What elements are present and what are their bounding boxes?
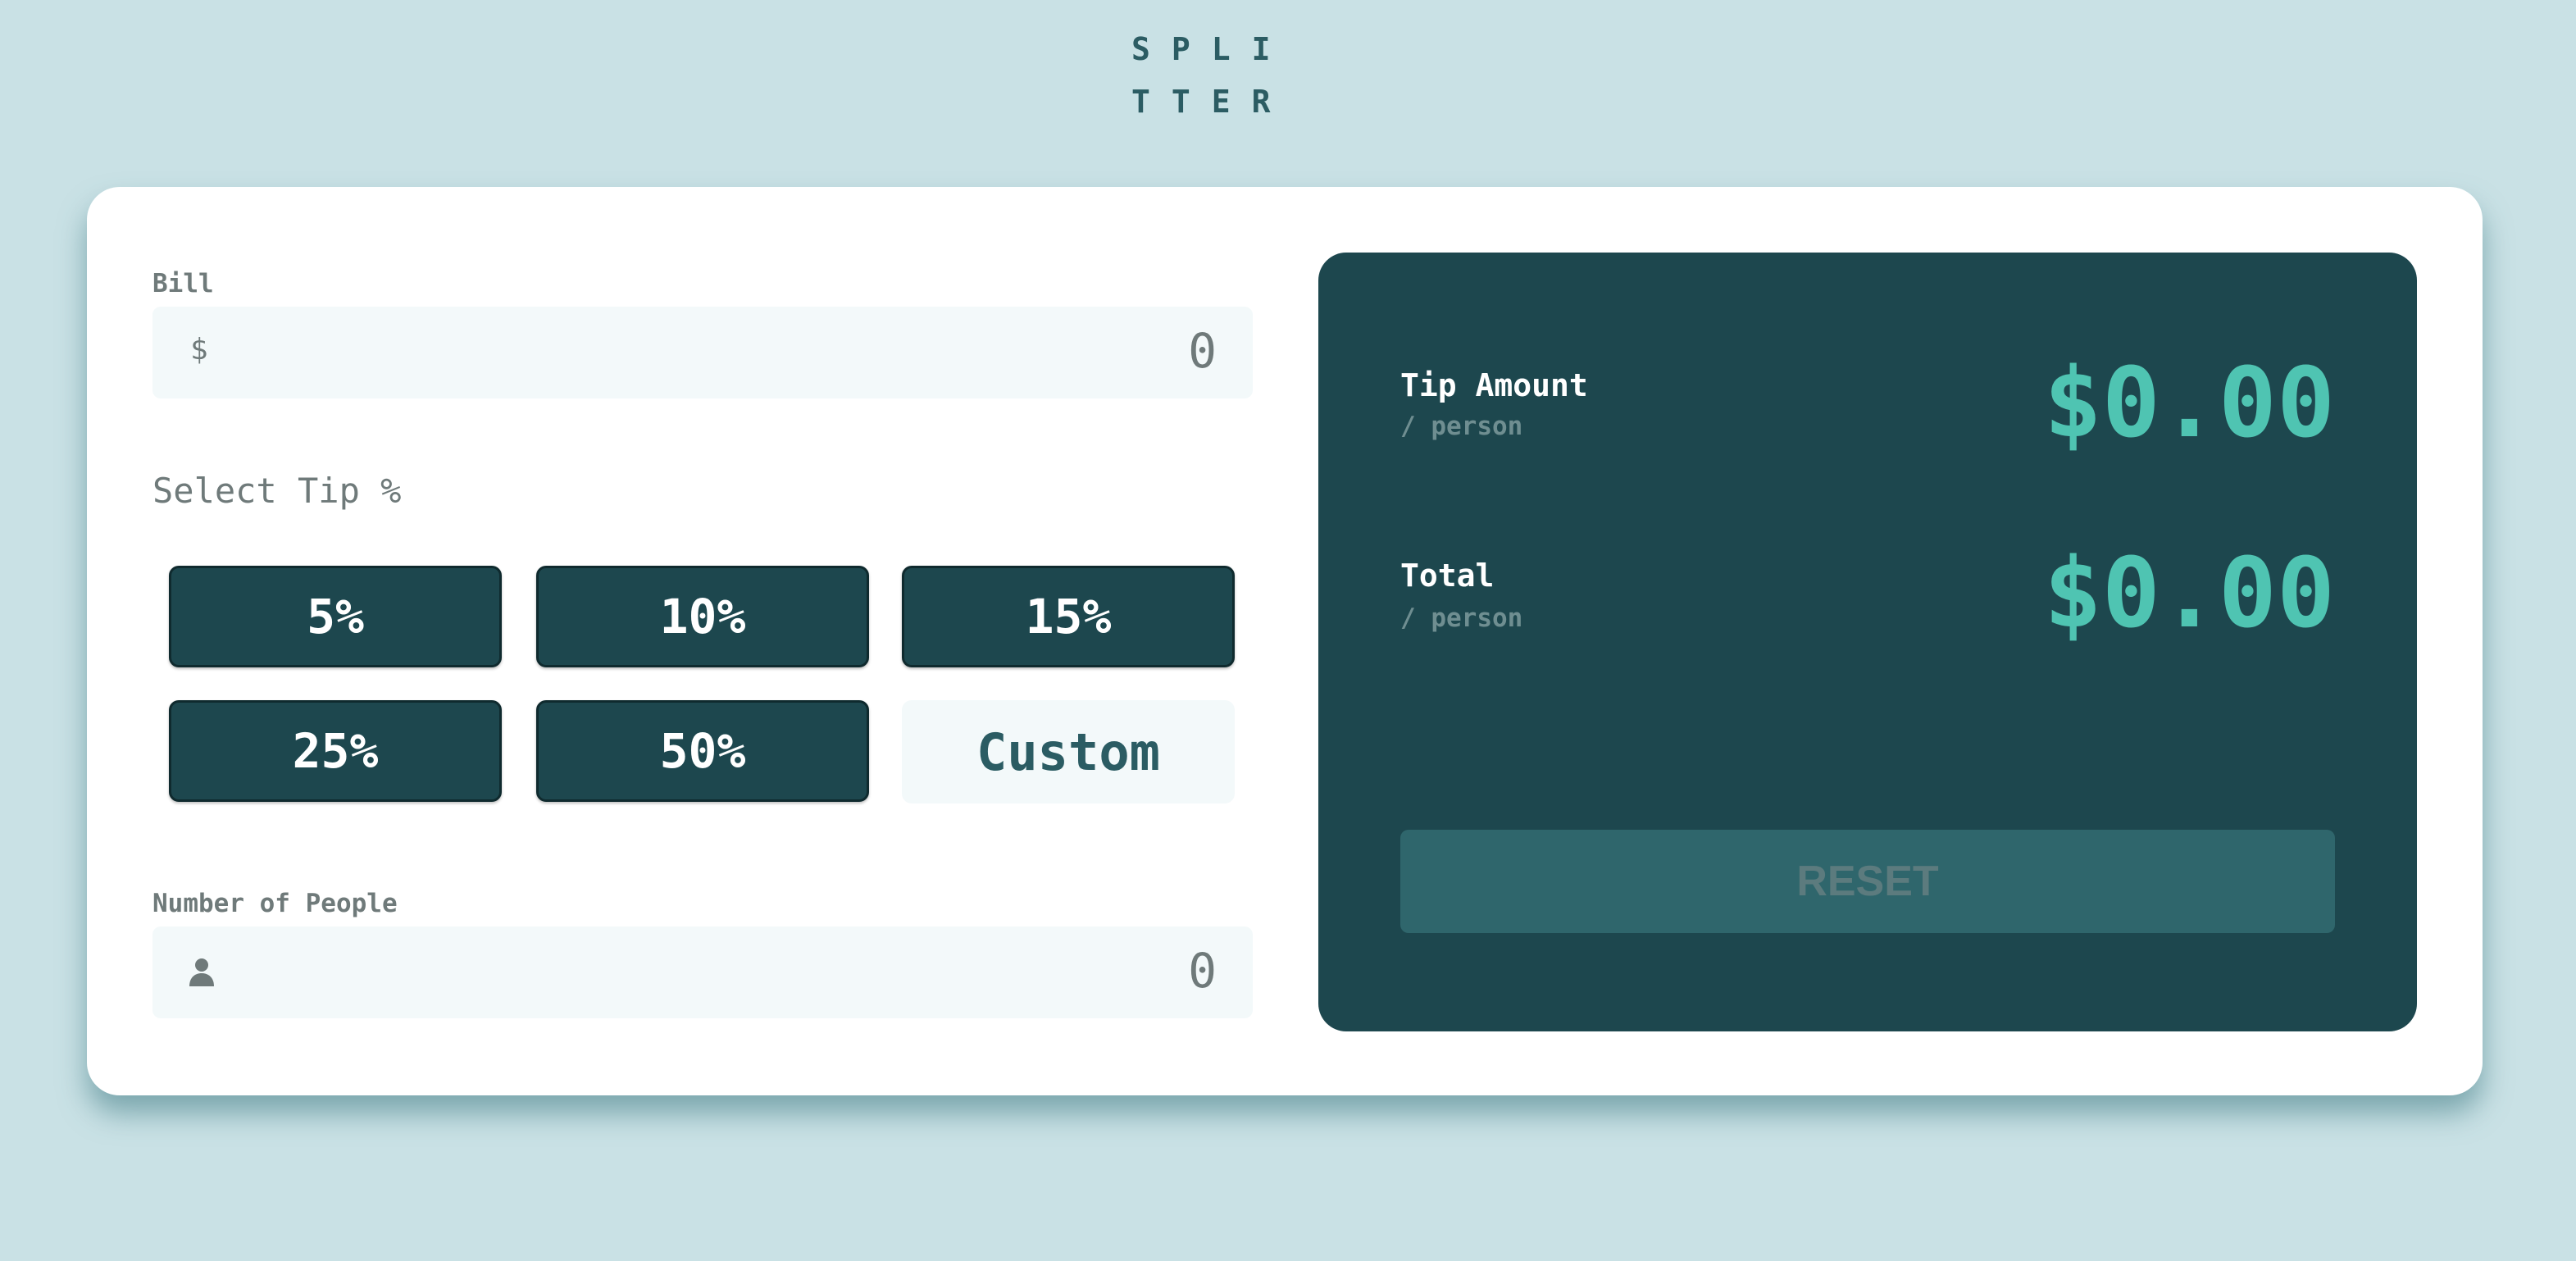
bill-label: Bill: [152, 269, 214, 298]
total-label: Total: [1400, 558, 1495, 594]
tip-amount-per-person: / person: [1400, 412, 1523, 441]
app-logo: SPLI TTER: [1131, 23, 1295, 128]
tip-button-10[interactable]: 10%: [536, 566, 869, 667]
bill-value: 0: [1188, 323, 1217, 379]
tip-button-5[interactable]: 5%: [169, 566, 502, 667]
tip-amount-value: $0.00: [2043, 346, 2335, 459]
total-value: $0.00: [2043, 536, 2335, 649]
reset-button[interactable]: RESET: [1400, 830, 2335, 933]
custom-tip-input[interactable]: Custom: [902, 700, 1235, 803]
logo-line-1: SPLI: [1131, 31, 1292, 67]
tip-button-50[interactable]: 50%: [536, 700, 869, 802]
people-value: 0: [1188, 943, 1217, 999]
dollar-icon: $: [190, 333, 208, 366]
calculator-card: Bill $ 0 Select Tip % 5% 10% 15% 25% 50%…: [87, 187, 2483, 1095]
logo-line-2: TTER: [1131, 84, 1292, 120]
total-per-person: / person: [1400, 603, 1523, 633]
person-icon: [189, 958, 214, 986]
tip-button-25[interactable]: 25%: [169, 700, 502, 802]
people-input[interactable]: 0: [152, 926, 1253, 1018]
people-label: Number of People: [152, 889, 398, 918]
select-tip-heading: Select Tip %: [152, 471, 402, 511]
tip-amount-label: Tip Amount: [1400, 367, 1588, 403]
bill-input[interactable]: $ 0: [152, 307, 1253, 398]
results-panel: Tip Amount / person $0.00 Total / person…: [1318, 253, 2417, 1031]
tip-button-15[interactable]: 15%: [902, 566, 1235, 667]
